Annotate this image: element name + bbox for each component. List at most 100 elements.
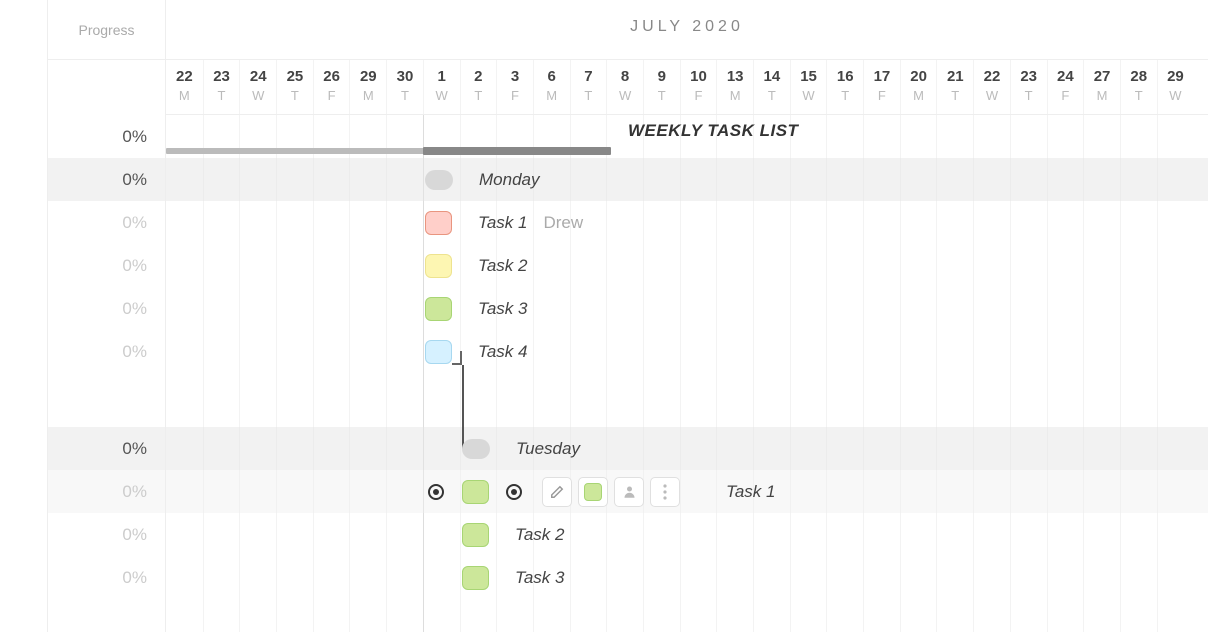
- day-column[interactable]: 6M: [533, 60, 570, 114]
- summary-row[interactable]: WEEKLY TASK LIST: [166, 115, 1208, 158]
- task-label: Task 4: [478, 342, 527, 362]
- day-column[interactable]: 23 T: [203, 60, 240, 114]
- task-row[interactable]: Task 2: [166, 244, 1208, 287]
- day-column[interactable]: 22M: [166, 60, 203, 114]
- task-row[interactable]: Task 3: [166, 556, 1208, 599]
- day-weekday: F: [681, 88, 717, 103]
- day-column[interactable]: 7T: [570, 60, 607, 114]
- day-weekday: W: [607, 88, 643, 103]
- day-column[interactable]: 26F: [313, 60, 350, 114]
- task-label: Task 1: [478, 213, 527, 233]
- day-weekday: T: [277, 88, 313, 103]
- task-row[interactable]: Task 3: [166, 287, 1208, 330]
- day-weekday: F: [1048, 88, 1084, 103]
- day-number: 14: [754, 68, 790, 85]
- progress-cell: 0%: [48, 513, 165, 556]
- day-column[interactable]: 8W: [606, 60, 643, 114]
- day-column[interactable]: 17F: [863, 60, 900, 114]
- day-column[interactable]: 13M: [716, 60, 753, 114]
- day-number: 23: [1011, 68, 1047, 85]
- milestone-row[interactable]: Monday: [166, 158, 1208, 201]
- progress-cell: 0%: [48, 201, 165, 244]
- day-number: 2: [461, 68, 497, 85]
- edit-button[interactable]: [542, 477, 572, 507]
- day-number: 25: [277, 68, 313, 85]
- day-weekday: T: [1121, 88, 1157, 103]
- day-weekday: W: [240, 88, 276, 103]
- day-column[interactable]: 15W: [790, 60, 827, 114]
- assignee-button[interactable]: [614, 477, 644, 507]
- progress-header: Progress: [48, 0, 165, 60]
- progress-cell: 0%: [48, 115, 165, 158]
- day-weekday: M: [1084, 88, 1120, 103]
- day-number: 13: [717, 68, 753, 85]
- dependency-line: [452, 351, 462, 365]
- progress-label: Progress: [78, 22, 134, 38]
- end-handle-icon[interactable]: [506, 484, 522, 500]
- progress-cell: 0%: [48, 158, 165, 201]
- task-row[interactable]: Task 2: [166, 513, 1208, 556]
- day-column[interactable]: 29 W: [1157, 60, 1194, 114]
- day-column[interactable]: 20M: [900, 60, 937, 114]
- day-number: 8: [607, 68, 643, 85]
- task-bar[interactable]: [462, 480, 489, 504]
- start-handle-icon[interactable]: [428, 484, 444, 500]
- progress-cell: 0%: [48, 470, 165, 513]
- day-column[interactable]: 22W: [973, 60, 1010, 114]
- more-button[interactable]: [650, 477, 680, 507]
- task-label: Task 1: [726, 482, 775, 502]
- day-number: 29: [1158, 68, 1194, 85]
- day-column[interactable]: 21T: [936, 60, 973, 114]
- milestone-row[interactable]: Tuesday: [166, 427, 1208, 470]
- day-weekday: T: [204, 88, 240, 103]
- day-number: 23: [204, 68, 240, 85]
- task-label: Task 3: [515, 568, 564, 588]
- day-number: 17: [864, 68, 900, 85]
- summary-bar[interactable]: [423, 147, 611, 155]
- day-column[interactable]: 29M: [349, 60, 386, 114]
- task-bar[interactable]: [462, 566, 489, 590]
- day-weekday: W: [1158, 88, 1194, 103]
- task-label: Monday: [479, 170, 539, 190]
- task-bar[interactable]: [425, 340, 452, 364]
- task-row[interactable]: Task 1 Drew: [166, 201, 1208, 244]
- milestone-marker[interactable]: [425, 170, 453, 190]
- day-column[interactable]: 16T: [826, 60, 863, 114]
- timeline[interactable]: JULY 2020 22M23T24W25T26F29M30T1W2T3F6M7…: [166, 0, 1208, 632]
- task-row-selected[interactable]: Task 1: [166, 470, 1208, 513]
- day-column[interactable]: 1W: [423, 60, 460, 114]
- day-header: 22M23T24W25T26F29M30T1W2T3F6M7T8W9T10F13…: [166, 60, 1208, 115]
- day-column[interactable]: 10 F: [680, 60, 717, 114]
- task-bar[interactable]: [425, 254, 452, 278]
- assignee-label: Drew: [543, 213, 583, 233]
- day-column[interactable]: 27 M: [1083, 60, 1120, 114]
- day-column[interactable]: 28T: [1120, 60, 1157, 114]
- day-column[interactable]: 30T: [386, 60, 423, 114]
- day-number: 10: [681, 68, 717, 85]
- color-button[interactable]: [578, 477, 608, 507]
- day-number: 21: [937, 68, 973, 85]
- day-column[interactable]: 24W: [239, 60, 276, 114]
- day-number: 26: [314, 68, 350, 85]
- day-number: 24: [1048, 68, 1084, 85]
- day-column[interactable]: 3F: [496, 60, 533, 114]
- day-column[interactable]: 23T: [1010, 60, 1047, 114]
- task-label: Task 2: [478, 256, 527, 276]
- day-number: 1: [424, 68, 460, 85]
- task-row[interactable]: Task 4: [166, 330, 1208, 373]
- task-bar[interactable]: [425, 211, 452, 235]
- day-column[interactable]: 2T: [460, 60, 497, 114]
- task-bar[interactable]: [425, 297, 452, 321]
- day-number: 27: [1084, 68, 1120, 85]
- day-weekday: F: [497, 88, 533, 103]
- milestone-marker[interactable]: [462, 439, 490, 459]
- task-bar[interactable]: [462, 523, 489, 547]
- progress-cell: 0%: [48, 427, 165, 470]
- day-column[interactable]: 14T: [753, 60, 790, 114]
- day-column[interactable]: 9T: [643, 60, 680, 114]
- day-column[interactable]: 25 T: [276, 60, 313, 114]
- day-weekday: W: [424, 88, 460, 103]
- day-column[interactable]: 24 F: [1047, 60, 1084, 114]
- day-weekday: W: [791, 88, 827, 103]
- day-number: 30: [387, 68, 423, 85]
